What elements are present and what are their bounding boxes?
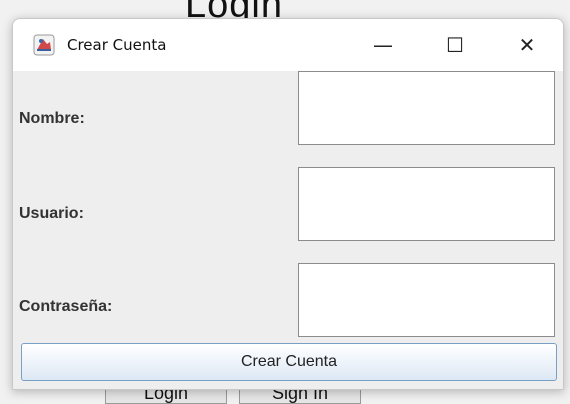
nombre-field[interactable] — [298, 71, 555, 145]
maximize-button[interactable]: ☐ — [419, 19, 491, 71]
crear-cuenta-dialog: Crear Cuenta — ☐ ✕ Nombre: Usuario: Cont… — [12, 18, 564, 390]
close-button[interactable]: ✕ — [491, 19, 563, 71]
usuario-field[interactable] — [298, 167, 555, 241]
title-bar[interactable]: Crear Cuenta — ☐ ✕ — [13, 19, 563, 71]
window-controls: — ☐ ✕ — [347, 19, 563, 71]
contrasena-label: Contraseña: — [19, 298, 113, 315]
nombre-label: Nombre: — [19, 110, 85, 127]
usuario-label: Usuario: — [19, 205, 84, 222]
java-app-icon — [33, 34, 55, 56]
contrasena-field[interactable] — [298, 263, 555, 337]
crear-cuenta-button[interactable]: Crear Cuenta — [21, 343, 557, 381]
window-title: Crear Cuenta — [67, 36, 167, 54]
minimize-button[interactable]: — — [347, 19, 419, 71]
form-content: Nombre: Usuario: Contraseña: Crear Cuent… — [13, 71, 563, 389]
